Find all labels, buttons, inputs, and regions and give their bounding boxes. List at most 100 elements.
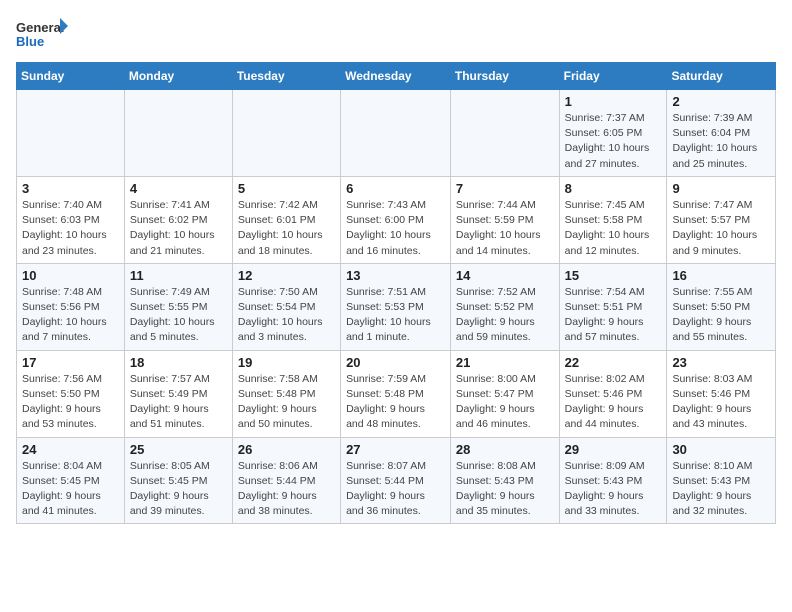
weekday-header-wednesday: Wednesday <box>341 63 451 90</box>
calendar-cell: 16Sunrise: 7:55 AM Sunset: 5:50 PM Dayli… <box>667 263 776 350</box>
day-info: Sunrise: 7:57 AM Sunset: 5:49 PM Dayligh… <box>130 372 227 433</box>
logo-svg: General Blue <box>16 16 68 52</box>
day-number: 17 <box>22 355 119 370</box>
day-info: Sunrise: 7:47 AM Sunset: 5:57 PM Dayligh… <box>672 198 770 259</box>
calendar-cell: 25 Sunrise: 8:05 AM Sunset: 5:45 PM Dayli… <box>124 437 232 524</box>
day-number: 6 <box>346 181 445 196</box>
day-number: 4 <box>130 181 227 196</box>
day-info: Sunrise: 8:06 AM Sunset: 5:44 PM Dayligh… <box>238 459 335 520</box>
calendar-week-row: 10Sunrise: 7:48 AM Sunset: 5:56 PM Dayli… <box>17 263 776 350</box>
day-info: Sunrise: 7:44 AM Sunset: 5:59 PM Dayligh… <box>456 198 554 259</box>
calendar-table: SundayMondayTuesdayWednesdayThursdayFrid… <box>16 62 776 524</box>
weekday-header-saturday: Saturday <box>667 63 776 90</box>
day-number: 26 <box>238 442 335 457</box>
day-number: 3 <box>22 181 119 196</box>
calendar-cell <box>17 90 125 177</box>
day-info: Sunrise: 7:52 AM Sunset: 5:52 PM Dayligh… <box>456 285 554 346</box>
calendar-cell: 3Sunrise: 7:40 AM Sunset: 6:03 PM Daylig… <box>17 176 125 263</box>
calendar-cell <box>341 90 451 177</box>
day-number: 5 <box>238 181 335 196</box>
calendar-week-row: 1 Sunrise: 7:37 AM Sunset: 6:05 PM Daylig… <box>17 90 776 177</box>
day-number: 8 <box>565 181 662 196</box>
calendar-week-row: 17 Sunrise: 7:56 AM Sunset: 5:50 PM Dayli… <box>17 350 776 437</box>
calendar-cell: 9 Sunrise: 7:47 AM Sunset: 5:57 PM Daylig… <box>667 176 776 263</box>
day-number: 18 <box>130 355 227 370</box>
day-number: 24 <box>22 442 119 457</box>
day-info: Sunrise: 8:04 AM Sunset: 5:45 PM Dayligh… <box>22 459 119 520</box>
day-number: 25 <box>130 442 227 457</box>
day-info: Sunrise: 7:43 AM Sunset: 6:00 PM Dayligh… <box>346 198 445 259</box>
logo: General Blue <box>16 16 68 52</box>
calendar-header: SundayMondayTuesdayWednesdayThursdayFrid… <box>17 63 776 90</box>
calendar-cell: 27Sunrise: 8:07 AM Sunset: 5:44 PM Dayli… <box>341 437 451 524</box>
day-info: Sunrise: 7:50 AM Sunset: 5:54 PM Dayligh… <box>238 285 335 346</box>
weekday-header-thursday: Thursday <box>450 63 559 90</box>
svg-text:General: General <box>16 20 64 35</box>
day-info: Sunrise: 8:10 AM Sunset: 5:43 PM Dayligh… <box>672 459 770 520</box>
day-number: 19 <box>238 355 335 370</box>
calendar-cell: 21 Sunrise: 8:00 AM Sunset: 5:47 PM Dayli… <box>450 350 559 437</box>
day-number: 10 <box>22 268 119 283</box>
calendar-cell: 22Sunrise: 8:02 AM Sunset: 5:46 PM Dayli… <box>559 350 667 437</box>
day-info: Sunrise: 8:05 AM Sunset: 5:45 PM Dayligh… <box>130 459 227 520</box>
day-info: Sunrise: 8:07 AM Sunset: 5:44 PM Dayligh… <box>346 459 445 520</box>
day-number: 22 <box>565 355 662 370</box>
day-number: 7 <box>456 181 554 196</box>
day-number: 11 <box>130 268 227 283</box>
day-info: Sunrise: 7:39 AM Sunset: 6:04 PM Dayligh… <box>672 111 770 172</box>
calendar-cell <box>124 90 232 177</box>
day-number: 12 <box>238 268 335 283</box>
calendar-cell <box>232 90 340 177</box>
calendar-cell: 6 Sunrise: 7:43 AM Sunset: 6:00 PM Daylig… <box>341 176 451 263</box>
calendar-cell: 8Sunrise: 7:45 AM Sunset: 5:58 PM Daylig… <box>559 176 667 263</box>
calendar-cell: 12 Sunrise: 7:50 AM Sunset: 5:54 PM Dayli… <box>232 263 340 350</box>
calendar-cell: 7 Sunrise: 7:44 AM Sunset: 5:59 PM Daylig… <box>450 176 559 263</box>
day-info: Sunrise: 7:54 AM Sunset: 5:51 PM Dayligh… <box>565 285 662 346</box>
calendar-cell: 17 Sunrise: 7:56 AM Sunset: 5:50 PM Dayli… <box>17 350 125 437</box>
day-info: Sunrise: 8:08 AM Sunset: 5:43 PM Dayligh… <box>456 459 554 520</box>
day-info: Sunrise: 7:49 AM Sunset: 5:55 PM Dayligh… <box>130 285 227 346</box>
calendar-cell: 29Sunrise: 8:09 AM Sunset: 5:43 PM Dayli… <box>559 437 667 524</box>
header: General Blue <box>16 16 776 52</box>
day-number: 21 <box>456 355 554 370</box>
weekday-header-friday: Friday <box>559 63 667 90</box>
calendar-body: 1 Sunrise: 7:37 AM Sunset: 6:05 PM Daylig… <box>17 90 776 524</box>
day-info: Sunrise: 7:56 AM Sunset: 5:50 PM Dayligh… <box>22 372 119 433</box>
calendar-cell: 26 Sunrise: 8:06 AM Sunset: 5:44 PM Dayli… <box>232 437 340 524</box>
calendar-cell: 18 Sunrise: 7:57 AM Sunset: 5:49 PM Dayli… <box>124 350 232 437</box>
calendar-cell: 20Sunrise: 7:59 AM Sunset: 5:48 PM Dayli… <box>341 350 451 437</box>
calendar-cell: 30Sunrise: 8:10 AM Sunset: 5:43 PM Dayli… <box>667 437 776 524</box>
weekday-header-sunday: Sunday <box>17 63 125 90</box>
day-number: 13 <box>346 268 445 283</box>
day-info: Sunrise: 7:42 AM Sunset: 6:01 PM Dayligh… <box>238 198 335 259</box>
day-number: 28 <box>456 442 554 457</box>
weekday-header-monday: Monday <box>124 63 232 90</box>
day-number: 2 <box>672 94 770 109</box>
day-number: 9 <box>672 181 770 196</box>
day-number: 23 <box>672 355 770 370</box>
weekday-header-row: SundayMondayTuesdayWednesdayThursdayFrid… <box>17 63 776 90</box>
day-number: 29 <box>565 442 662 457</box>
calendar-cell: 19Sunrise: 7:58 AM Sunset: 5:48 PM Dayli… <box>232 350 340 437</box>
day-info: Sunrise: 7:55 AM Sunset: 5:50 PM Dayligh… <box>672 285 770 346</box>
calendar-cell: 4Sunrise: 7:41 AM Sunset: 6:02 PM Daylig… <box>124 176 232 263</box>
weekday-header-tuesday: Tuesday <box>232 63 340 90</box>
day-number: 1 <box>565 94 662 109</box>
calendar-cell: 15 Sunrise: 7:54 AM Sunset: 5:51 PM Dayli… <box>559 263 667 350</box>
calendar-cell: 28 Sunrise: 8:08 AM Sunset: 5:43 PM Dayli… <box>450 437 559 524</box>
day-info: Sunrise: 8:00 AM Sunset: 5:47 PM Dayligh… <box>456 372 554 433</box>
calendar-cell: 1 Sunrise: 7:37 AM Sunset: 6:05 PM Daylig… <box>559 90 667 177</box>
calendar-cell: 13 Sunrise: 7:51 AM Sunset: 5:53 PM Dayli… <box>341 263 451 350</box>
calendar-cell: 2 Sunrise: 7:39 AM Sunset: 6:04 PM Daylig… <box>667 90 776 177</box>
day-info: Sunrise: 8:03 AM Sunset: 5:46 PM Dayligh… <box>672 372 770 433</box>
day-info: Sunrise: 7:51 AM Sunset: 5:53 PM Dayligh… <box>346 285 445 346</box>
calendar-cell: 10Sunrise: 7:48 AM Sunset: 5:56 PM Dayli… <box>17 263 125 350</box>
day-number: 15 <box>565 268 662 283</box>
calendar-cell: 14 Sunrise: 7:52 AM Sunset: 5:52 PM Dayli… <box>450 263 559 350</box>
calendar-cell: 23 Sunrise: 8:03 AM Sunset: 5:46 PM Dayli… <box>667 350 776 437</box>
calendar-cell: 24 Sunrise: 8:04 AM Sunset: 5:45 PM Dayli… <box>17 437 125 524</box>
svg-text:Blue: Blue <box>16 34 44 49</box>
day-info: Sunrise: 7:37 AM Sunset: 6:05 PM Dayligh… <box>565 111 662 172</box>
day-info: Sunrise: 7:59 AM Sunset: 5:48 PM Dayligh… <box>346 372 445 433</box>
day-number: 14 <box>456 268 554 283</box>
